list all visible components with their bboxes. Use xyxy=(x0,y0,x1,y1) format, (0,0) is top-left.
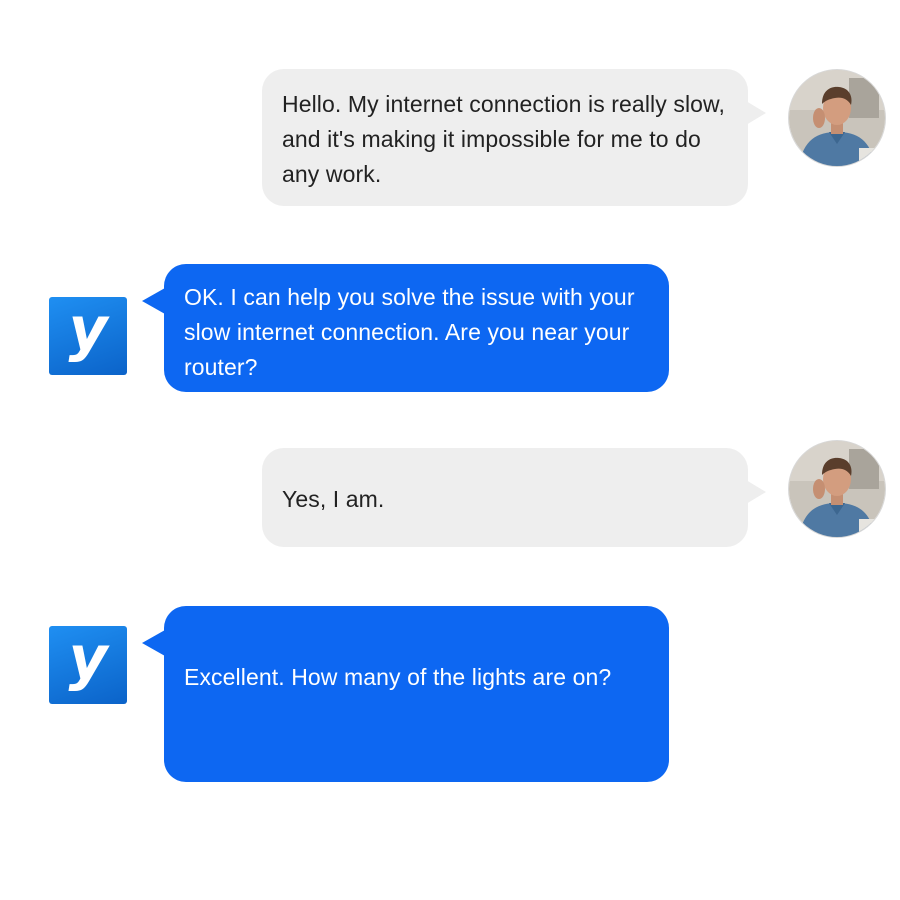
user-message-bubble: Hello. My internet connection is really … xyxy=(262,69,766,206)
user-avatar-photo xyxy=(789,441,885,537)
bot-message-bubble: Excellent. How many of the lights are on… xyxy=(142,606,669,782)
bot-logo: y xyxy=(49,626,127,704)
bot-logo-icon: y xyxy=(68,294,108,364)
user-message-bubble: Yes, I am. xyxy=(262,448,766,547)
user-avatar xyxy=(789,70,885,166)
user-avatar-photo xyxy=(789,70,885,166)
bot-logo-icon: y xyxy=(68,623,108,693)
user-avatar xyxy=(789,441,885,537)
bot-message-bubble: OK. I can help you solve the issue with … xyxy=(142,264,669,392)
message-text: Yes, I am. xyxy=(282,486,385,512)
bot-logo: y xyxy=(49,297,127,375)
message-text: Excellent. How many of the lights are on… xyxy=(184,664,612,690)
message-text: Hello. My internet connection is really … xyxy=(282,91,725,187)
message-text: OK. I can help you solve the issue with … xyxy=(184,284,635,380)
chat-conversation: Hello. My internet connection is really … xyxy=(0,0,900,900)
